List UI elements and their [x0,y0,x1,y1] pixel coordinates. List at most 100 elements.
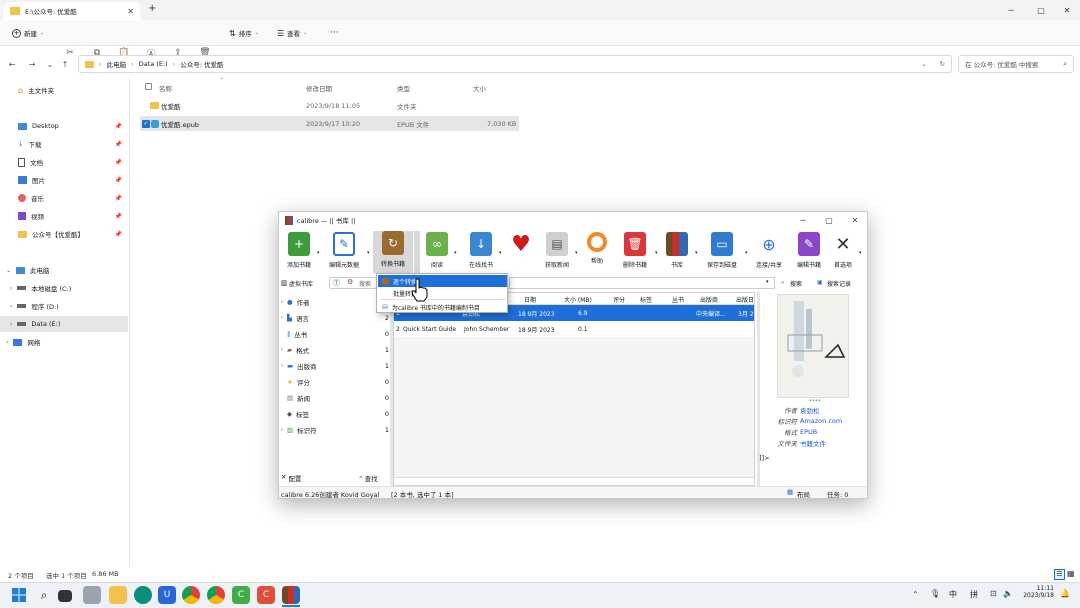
nav-pinned-folder[interactable]: 公众号【优爱酷】 📌 [0,226,128,242]
nav-this-pc[interactable]: ⌄ 此电脑 [0,262,128,278]
nav-pictures[interactable]: 图片 📌 [0,172,128,188]
fetch-news-button[interactable]: ▤ 获取新闻 [537,232,577,272]
taskbar-app-icon[interactable]: U [158,586,176,604]
pin-icon[interactable]: 📌 [115,213,122,220]
details-view-icon[interactable]: ☰ [1054,569,1065,580]
detail-identifier-link[interactable]: Amazon.com [800,417,842,425]
column-name[interactable]: 名称 [159,83,172,93]
chevron-right-icon[interactable]: › [10,285,12,292]
chevron-down-icon[interactable]: ▾ [745,250,748,256]
nav-downloads[interactable]: ↓ 下载 📌 [0,136,128,152]
calibre-taskbar-icon[interactable] [282,586,300,604]
pin-icon[interactable]: 📌 [115,231,122,238]
help-button[interactable]: 帮助 [577,232,617,272]
recent-icon[interactable]: ⌄ [44,58,56,70]
chevron-down-icon[interactable]: ▾ [317,250,320,256]
tray-chevron-icon[interactable]: ⌃ [912,590,919,599]
file-explorer-taskbar-icon[interactable] [109,586,127,604]
nav-desktop[interactable]: Desktop 📌 [0,118,128,134]
select-all-checkbox[interactable] [145,83,152,90]
nav-drive-e[interactable]: › Data (E:) [0,316,128,332]
col-rating[interactable]: 评分 [613,295,625,304]
get-books-button[interactable]: ↓ 在线找书 [461,232,501,272]
forward-icon[interactable]: → [26,58,38,70]
chevron-down-icon[interactable]: ▾ [859,250,862,256]
chrome-taskbar-icon[interactable] [207,586,225,604]
view-button[interactable]: ☰ 查看 ⌄ [277,26,307,40]
search-input[interactable]: 在 公众号: 优爱酷 中搜索 ⌕ [958,55,1074,73]
tag-item[interactable]: › ▰ 格式 1 [281,342,391,358]
close-tab-icon[interactable]: ✕ [127,7,134,16]
taskbar-app-icon[interactable]: C [257,586,275,604]
minimize-button[interactable]: ─ [996,0,1026,20]
chevron-right-icon[interactable]: › [6,339,8,346]
add-books-button[interactable]: + 添加书籍 [279,232,319,272]
chevron-right-icon[interactable]: › [10,303,12,310]
back-icon[interactable]: ← [6,58,18,70]
nav-home[interactable]: ⌂ 主文件夹 [0,82,128,98]
connect-share-button[interactable]: ⊕ 连接/共享 [749,232,789,272]
pin-icon[interactable]: 📌 [115,141,122,148]
calibre-maximize-button[interactable]: ▢ [817,212,841,228]
address-bar[interactable]: › 此电脑 › Data (E:) › 公众号: 优爱酷 ⌄ ↻ [78,55,952,73]
save-to-disk-button[interactable]: ▭ 保存到磁盘 [699,232,745,272]
start-button[interactable] [10,586,28,604]
nav-drive-d[interactable]: › 程序 (D:) [0,298,128,314]
breadcrumb-item[interactable]: 此电脑 [107,59,127,69]
virtual-library-button[interactable]: 虚拟书库 [289,279,313,288]
calibre-search-input[interactable] [509,277,775,289]
chevron-down-icon[interactable]: ▾ [454,250,457,256]
menu-item-catalog[interactable]: ⛁ 为calibre 书库中的书籍编制书目 [378,301,507,313]
pin-icon[interactable]: 📌 [115,123,122,130]
tag-item[interactable]: › ▙ 语言 2 [281,310,391,326]
pin-icon[interactable]: 📌 [115,159,122,166]
jobs-status[interactable]: 任务: 0 [827,489,848,499]
up-icon[interactable]: ↑ [59,58,71,70]
close-window-button[interactable]: ✕ [1052,0,1080,20]
microphone-icon[interactable]: 🎙 [930,589,940,598]
tag-item[interactable]: ›●作者2 [281,294,391,310]
search-button[interactable]: 搜索 [790,279,802,288]
clock[interactable]: 11:11 2023/9/18 [1022,585,1054,599]
calibre-close-button[interactable]: ✕ [843,212,867,228]
saved-search-button[interactable]: 搜索记录 [827,279,851,288]
col-pubdate[interactable]: 出版日 [736,295,754,304]
tag-item[interactable]: ★ 评分 0 [281,374,391,390]
file-row-selected[interactable]: ✓ 优爱酷.epub 2023/9/17 10:20 EPUB 文件 7,030… [140,116,519,131]
col-tags[interactable]: 标签 [640,295,652,304]
chevron-down-icon[interactable]: ▾ [367,250,370,256]
edge-taskbar-icon[interactable] [134,586,152,604]
col-date[interactable]: 日期 [524,295,536,304]
library-button[interactable]: 书库 [657,232,697,272]
tag-item[interactable]: ▤ 新闻 0 [281,390,391,406]
ime-pinyin[interactable]: 拼 [970,589,978,600]
nav-videos[interactable]: 视频 📌 [0,208,128,224]
book-cover[interactable] [777,294,849,398]
taskbar-search-icon[interactable]: ⌕ [35,586,53,604]
sort-button[interactable]: ⇅ 排序 ⌄ [229,26,259,40]
tab-current[interactable]: E:\公众号: 优爱酷 ✕ [4,2,140,20]
nav-documents[interactable]: 文档 📌 [0,154,128,170]
chevron-right-icon[interactable]: › [10,321,12,328]
book-row[interactable]: 2 Quick Start Guide John Schember 18 9月 … [394,321,754,337]
notification-icon[interactable]: 🔔 [1060,589,1070,598]
pin-icon[interactable]: 📌 [115,195,122,202]
breadcrumb-item[interactable]: Data (E:) [139,60,168,68]
menu-item-bulk-convert[interactable]: 批量转换 [378,287,507,299]
chevron-down-icon[interactable]: ▾ [695,250,698,256]
detail-format-link[interactable]: EPUB [800,428,817,436]
ime-mode[interactable]: 中 [949,589,957,600]
chevron-down-icon[interactable]: ⌄ [6,267,11,274]
file-row[interactable]: 优爱酷 2023/9/18 11:05 文件夹 [140,98,519,113]
convert-books-button[interactable]: ↻ 转换书籍 [373,231,413,273]
breadcrumb-item[interactable]: 公众号: 优爱酷 [180,59,223,69]
chevron-down-icon[interactable]: ▾ [766,279,769,285]
new-button[interactable]: + 新建 ⌄ [12,26,44,40]
tag-item[interactable]: ‖ 丛书 0 [281,326,391,342]
donate-button[interactable]: ♥ [501,232,541,272]
detail-author-link[interactable]: 袁劲松 [800,405,820,415]
taskbar-app-icon[interactable]: C [232,586,250,604]
network-tray-icon[interactable]: ⊡ [990,589,997,598]
column-size[interactable]: 大小 [473,83,486,93]
column-type[interactable]: 类型 [397,83,410,93]
